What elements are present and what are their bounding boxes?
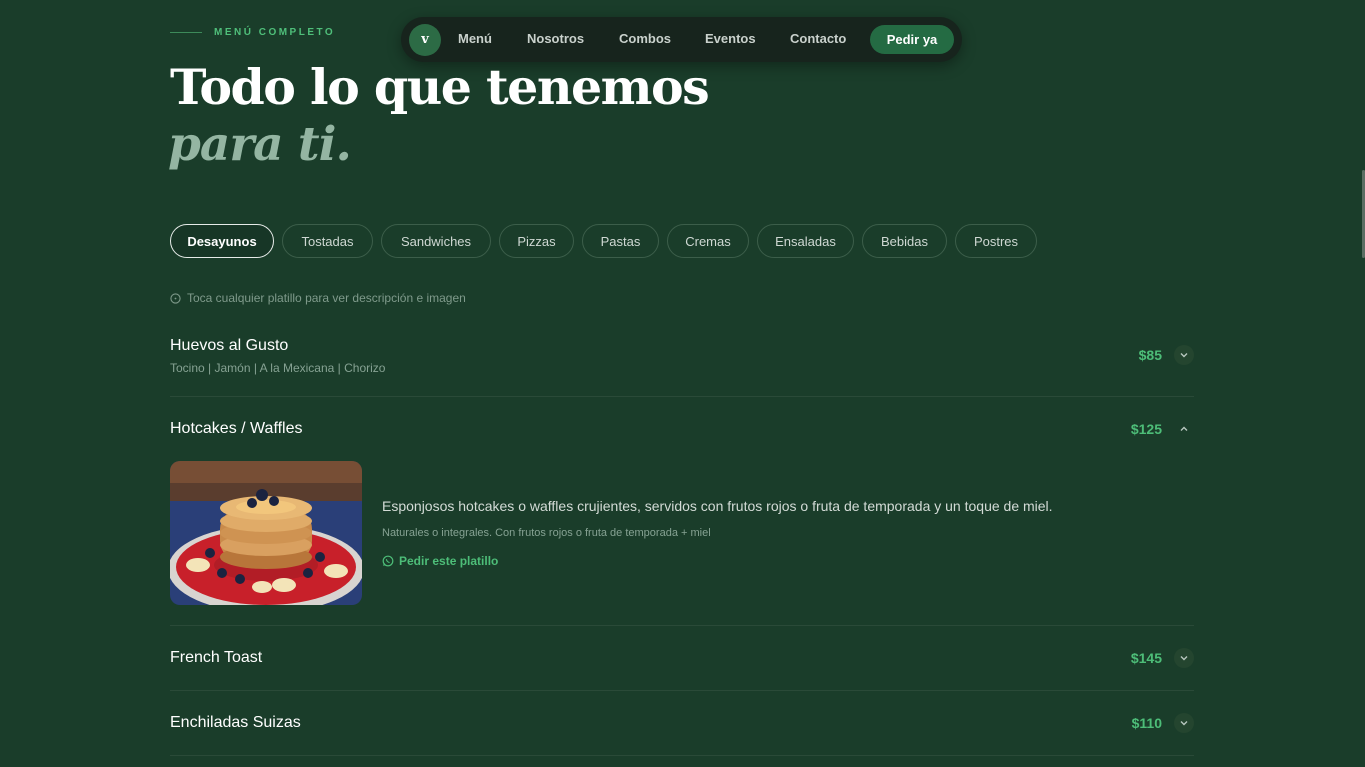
menu-item-price: $110 [1131, 715, 1162, 731]
nav-link-contacto[interactable]: Contacto [790, 31, 846, 46]
section-eyebrow: MENÚ COMPLETO [214, 27, 336, 38]
tab-cremas[interactable]: Cremas [667, 224, 749, 258]
order-dish-label: Pedir este platillo [399, 554, 499, 568]
menu-item-price: $125 [1130, 421, 1162, 437]
item-divider [170, 396, 1194, 397]
page-title: Todo lo que tenemos [170, 58, 710, 116]
logo[interactable]: v [409, 23, 441, 56]
chevron-down-icon [1180, 721, 1188, 726]
menu-item-options: Tocino | Jamón | A la Mexicana | Chorizo [170, 361, 386, 375]
menu-item-name[interactable]: Hotcakes / Waffles [170, 420, 303, 438]
item-divider [170, 755, 1194, 756]
item-note: Naturales o integrales. Con frutos rojos… [382, 527, 711, 539]
collapse-button[interactable] [1174, 419, 1194, 439]
menu-item-price: $145 [1130, 650, 1162, 666]
tap-hint: Toca cualquier platillo para ver descrip… [170, 291, 466, 305]
tab-ensaladas[interactable]: Ensaladas [757, 224, 854, 258]
hint-text: Toca cualquier platillo para ver descrip… [187, 291, 466, 305]
item-description: Esponjosos hotcakes o waffles crujientes… [382, 498, 1053, 514]
menu-item-name[interactable]: Huevos al Gusto [170, 337, 288, 355]
chevron-down-icon [1180, 656, 1188, 661]
expand-button[interactable] [1174, 648, 1194, 668]
scrollbar[interactable] [1361, 0, 1365, 767]
order-now-button[interactable]: Pedir ya [870, 25, 954, 54]
eyebrow-line [170, 32, 202, 33]
tab-desayunos[interactable]: Desayunos [170, 224, 274, 258]
expand-button[interactable] [1174, 713, 1194, 733]
logo-letter: v [421, 32, 429, 47]
expand-button[interactable] [1174, 345, 1194, 365]
nav-link-menu[interactable]: Menú [458, 31, 492, 46]
order-dish-link[interactable]: Pedir este platillo [382, 554, 498, 568]
nav-link-combos[interactable]: Combos [619, 31, 671, 46]
chevron-down-icon [1180, 353, 1188, 358]
nav-link-eventos[interactable]: Eventos [705, 31, 756, 46]
whatsapp-icon [382, 555, 394, 567]
menu-item-price: $85 [1138, 347, 1162, 363]
nav-link-nosotros[interactable]: Nosotros [527, 31, 584, 46]
menu-item-name[interactable]: French Toast [170, 649, 262, 667]
top-nav: v Menú Nosotros Combos Eventos Contacto … [401, 17, 962, 62]
tab-bebidas[interactable]: Bebidas [862, 224, 947, 258]
menu-item-name[interactable]: Enchiladas Suizas [170, 714, 301, 732]
tab-sandwiches[interactable]: Sandwiches [381, 224, 491, 258]
info-icon [170, 292, 181, 304]
item-divider [170, 690, 1194, 691]
tab-postres[interactable]: Postres [955, 224, 1037, 258]
page-subtitle: para ti. [168, 117, 352, 172]
chevron-up-icon [1180, 426, 1188, 431]
item-divider [170, 625, 1194, 626]
tab-pastas[interactable]: Pastas [582, 224, 659, 258]
pancakes-image [170, 461, 362, 605]
tab-pizzas[interactable]: Pizzas [499, 224, 574, 258]
tab-tostadas[interactable]: Tostadas [282, 224, 373, 258]
